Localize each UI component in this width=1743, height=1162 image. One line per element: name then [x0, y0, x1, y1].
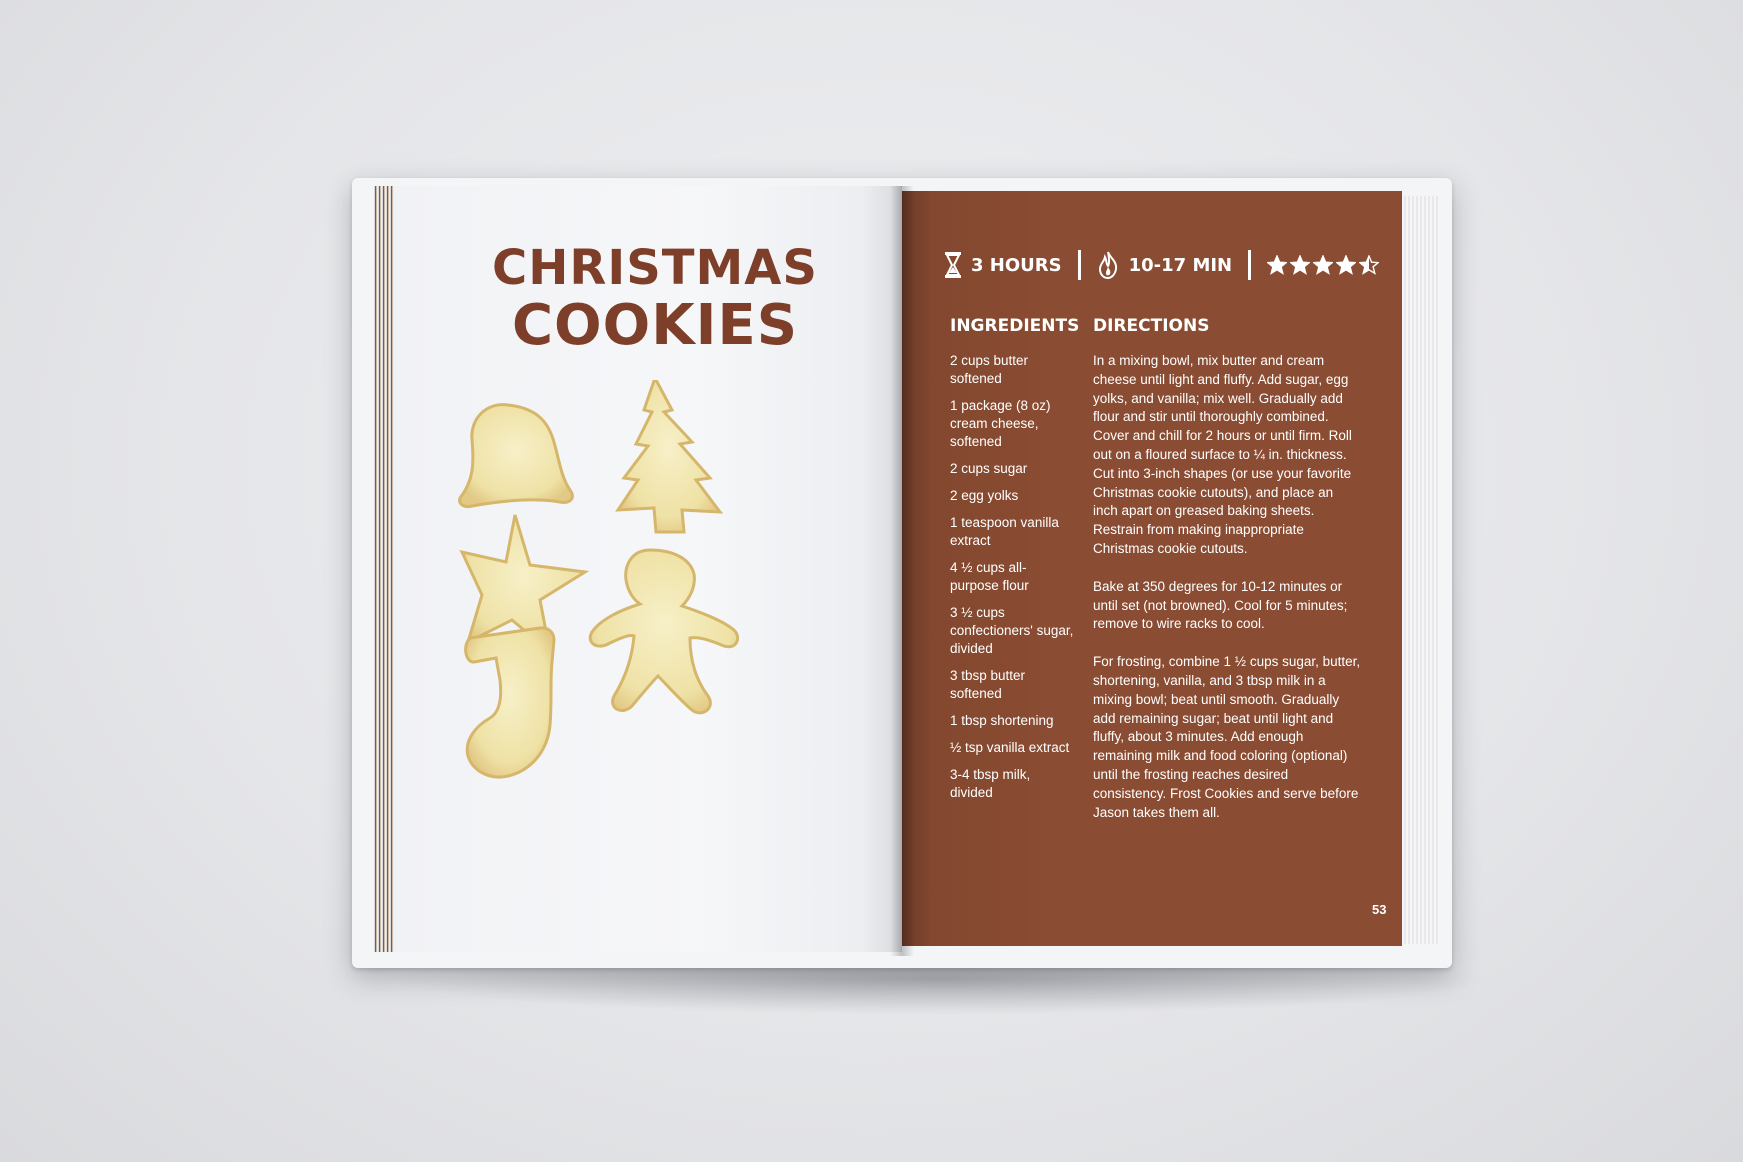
page-number: 53 [1372, 902, 1387, 917]
ingredient-item: 1 package (8 oz) cream cheese, softened [950, 398, 1051, 449]
star-icon [1336, 255, 1357, 275]
ingredient-item: 2 egg yolks [950, 488, 1019, 503]
right-page-edges [1400, 196, 1438, 944]
star-icon [1290, 255, 1311, 275]
prep-time-label: 3 HOURS [971, 254, 1062, 276]
recipe-title: CHRISTMAS COOKIES [470, 240, 840, 356]
ingredient-item: 2 cups butter softened [950, 353, 1029, 386]
direction-paragraph: Bake at 350 degrees for 10-12 minutes or… [1093, 578, 1348, 632]
cookie-illustration [458, 380, 740, 779]
ingredient-item: 3-4 tbsp milk, divided [950, 767, 1031, 800]
stats-divider [1248, 250, 1252, 280]
bell-cookie [458, 403, 574, 508]
ingredient-item: 3 ½ cups confectioners' sugar, divided [950, 605, 1074, 656]
title-line-1: CHRISTMAS [491, 240, 818, 296]
hourglass-icon [945, 252, 961, 278]
ingredients-list: 2 cups butter softened 1 package (8 oz) … [950, 352, 1075, 811]
ingredient-item: ½ tsp vanilla extract [950, 740, 1070, 755]
gingerbread-cookie [588, 548, 740, 715]
title-line-2: COOKIES [511, 293, 799, 358]
star-icon [1359, 255, 1380, 275]
stocking-cookie [464, 626, 556, 779]
ingredients-heading: INGREDIENTS [950, 316, 1080, 336]
star-icon [1313, 255, 1334, 275]
stats-divider [1077, 250, 1081, 280]
ingredient-item: 3 tbsp butter softened [950, 668, 1026, 701]
star-icon [1267, 255, 1288, 275]
recipe-stats: 3 HOURS 10-17 MIN [945, 248, 1380, 282]
direction-paragraph: For frosting, combine 1 ½ cups sugar, bu… [1093, 654, 1361, 820]
prep-time: 3 HOURS [945, 252, 1062, 278]
cook-time: 10-17 MIN [1097, 251, 1233, 279]
tree-cookie [615, 380, 724, 534]
direction-paragraph: In a mixing bowl, mix butter and cream c… [1093, 353, 1352, 556]
rating-stars [1267, 255, 1380, 275]
ingredient-item: 2 cups sugar [950, 461, 1028, 476]
ingredient-item: 1 teaspoon vanilla extract [950, 515, 1059, 548]
directions-heading: DIRECTIONS [1093, 316, 1210, 336]
ingredient-item: 4 ½ cups all-purpose flour [950, 560, 1029, 593]
cook-time-label: 10-17 MIN [1128, 254, 1233, 276]
left-page-edges [374, 186, 394, 952]
directions-text: In a mixing bowl, mix butter and cream c… [1093, 352, 1361, 841]
ingredient-item: 1 tbsp shortening [950, 713, 1054, 728]
flame-icon [1098, 251, 1117, 279]
